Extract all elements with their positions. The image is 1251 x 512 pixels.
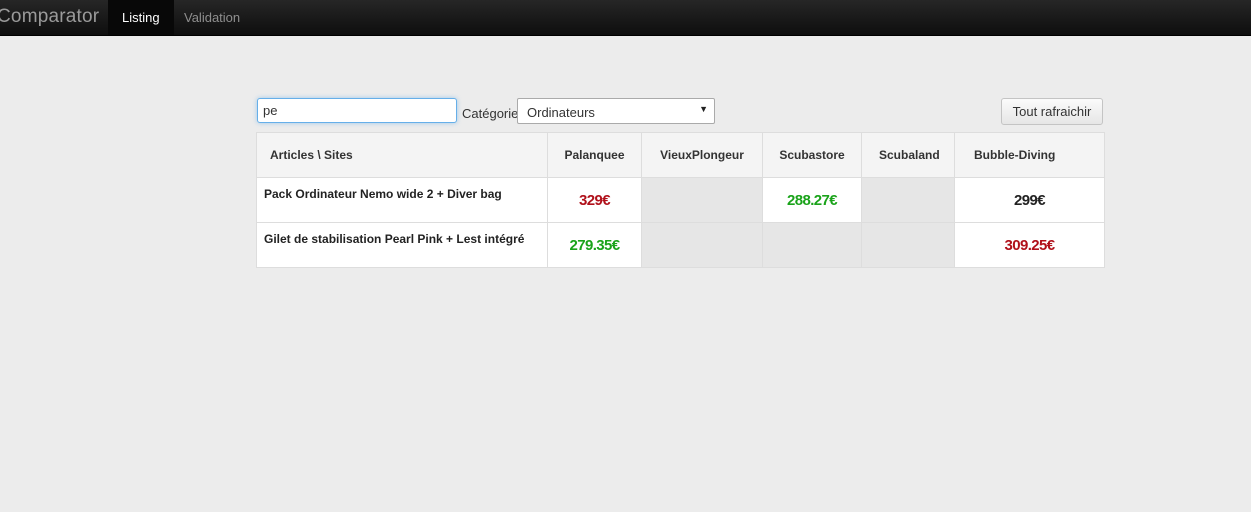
tab-validation[interactable]: Validation bbox=[170, 0, 254, 35]
price-cell[interactable]: 329€ bbox=[547, 177, 642, 223]
table-row: Gilet de stabilisation Pearl Pink + Lest… bbox=[256, 222, 1105, 268]
price-comparison-table: Articles \ Sites Palanquee VieuxPlongeur… bbox=[256, 132, 1105, 268]
category-selected-value: Ordinateurs bbox=[527, 105, 595, 120]
brand-logo[interactable]: Comparator bbox=[0, 6, 99, 28]
tab-listing[interactable]: Listing bbox=[108, 0, 174, 35]
column-header-articles: Articles \ Sites bbox=[256, 132, 548, 178]
column-header-site: Scubaland bbox=[861, 132, 955, 178]
table-row: Pack Ordinateur Nemo wide 2 + Diver bag 3… bbox=[256, 177, 1105, 223]
column-header-site: Palanquee bbox=[547, 132, 642, 178]
column-header-site: VieuxPlongeur bbox=[641, 132, 763, 178]
empty-price-cell bbox=[861, 177, 955, 223]
column-header-site: Scubastore bbox=[762, 132, 862, 178]
dropdown-arrow-icon: ▼ bbox=[699, 104, 708, 114]
price-cell[interactable]: 279.35€ bbox=[547, 222, 642, 268]
empty-price-cell bbox=[762, 222, 862, 268]
top-navbar: Comparator Listing Validation bbox=[0, 0, 1251, 36]
price-cell[interactable]: 299€ bbox=[954, 177, 1105, 223]
empty-price-cell bbox=[641, 177, 763, 223]
column-header-site: Bubble-Diving bbox=[954, 132, 1105, 178]
article-name-cell[interactable]: Gilet de stabilisation Pearl Pink + Lest… bbox=[256, 222, 548, 268]
category-label: Catégorie bbox=[462, 106, 519, 121]
empty-price-cell bbox=[861, 222, 955, 268]
category-select[interactable]: Ordinateurs ▼ bbox=[517, 98, 715, 124]
price-cell[interactable]: 288.27€ bbox=[762, 177, 862, 223]
table-header-row: Articles \ Sites Palanquee VieuxPlongeur… bbox=[256, 132, 1105, 178]
empty-price-cell bbox=[641, 222, 763, 268]
price-cell[interactable]: 309.25€ bbox=[954, 222, 1105, 268]
article-name-cell[interactable]: Pack Ordinateur Nemo wide 2 + Diver bag bbox=[256, 177, 548, 223]
refresh-all-button[interactable]: Tout rafraichir bbox=[1001, 98, 1103, 125]
search-input[interactable] bbox=[257, 98, 457, 123]
